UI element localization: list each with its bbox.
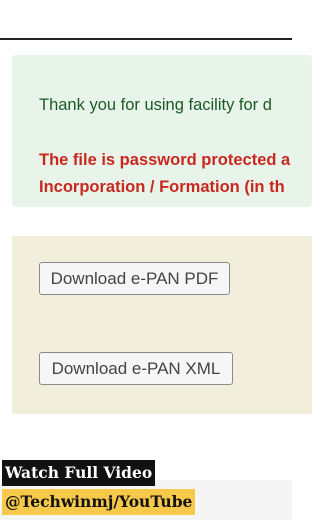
- password-warning-line-2: Incorporation / Formation (in th: [39, 178, 285, 196]
- notice-box: Thank you for using facility for d The f…: [12, 55, 312, 207]
- password-warning-line-1: The file is password protected a: [39, 151, 291, 169]
- download-epan-pdf-button[interactable]: Download e-PAN PDF: [39, 262, 230, 295]
- watch-video-caption: Watch Full Video: [2, 460, 156, 486]
- page-content: Thank you for using facility for d The f…: [0, 40, 312, 480]
- download-box: Download e-PAN PDF Download e-PAN XML: [12, 236, 312, 414]
- download-epan-xml-button[interactable]: Download e-PAN XML: [39, 352, 233, 385]
- thank-you-message: Thank you for using facility for d: [39, 96, 272, 114]
- browser-top-bar: [0, 0, 292, 40]
- youtube-handle-caption: @Techwinmj/YouTube: [2, 489, 196, 515]
